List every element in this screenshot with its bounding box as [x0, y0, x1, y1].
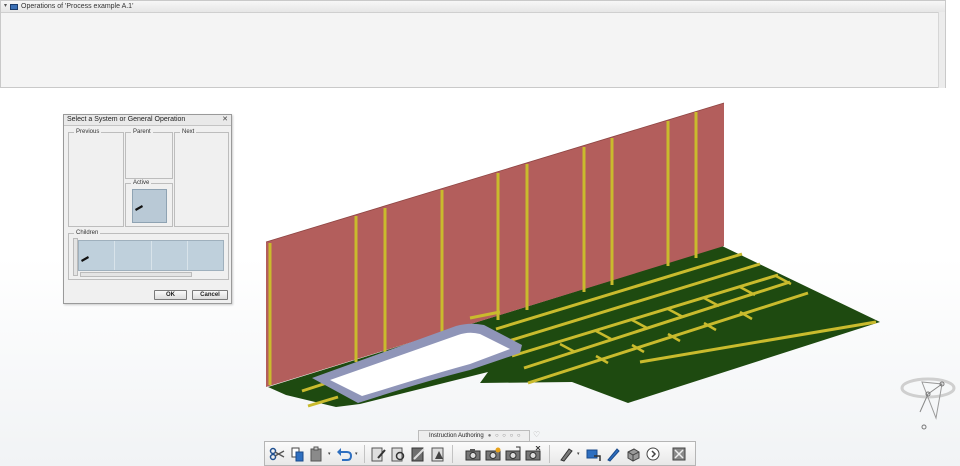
camera-delete-icon[interactable] [525, 446, 541, 462]
undo-icon[interactable] [336, 446, 352, 462]
edit-instruction-icon[interactable] [370, 446, 386, 462]
ok-button[interactable]: OK [154, 290, 187, 300]
dialog-title-bar[interactable]: Select a System or General Operation ✕ [64, 115, 231, 126]
previous-label: Previous [74, 129, 102, 136]
measure-icon[interactable] [559, 446, 575, 462]
active-group: Active [125, 180, 173, 227]
operations-panel: ▾ Operations of 'Process example A.1' [0, 0, 946, 88]
settings-icon[interactable] [671, 446, 687, 462]
annotation-icon[interactable] [430, 446, 446, 462]
chevron-down-icon[interactable]: ▾ [577, 451, 580, 457]
children-horizontal-scrollbar[interactable] [80, 272, 192, 277]
parent-label: Parent [131, 129, 153, 136]
active-label: Active [131, 180, 152, 187]
find-instruction-icon[interactable] [390, 446, 406, 462]
next-label: Next [180, 129, 197, 136]
parent-group: Parent [125, 129, 173, 179]
edit-document-icon[interactable] [410, 446, 426, 462]
paste-icon[interactable] [309, 446, 325, 462]
child-item[interactable] [79, 241, 116, 270]
active-operation-thumbnail[interactable] [132, 189, 167, 223]
play-icon[interactable] [645, 446, 661, 462]
cut-icon[interactable] [269, 446, 285, 462]
compass-icon[interactable] [898, 372, 960, 432]
operation-icon [135, 205, 143, 211]
pencil-icon[interactable] [605, 446, 621, 462]
previous-group: Previous [68, 129, 124, 227]
action-toolbar: ▾ ▾ ▾ [264, 441, 696, 466]
position-icon[interactable] [585, 446, 601, 462]
children-list[interactable] [78, 240, 224, 271]
camera-new-icon[interactable] [485, 446, 501, 462]
camera-update-icon[interactable] [505, 446, 521, 462]
operations-panel-header[interactable]: ▾ Operations of 'Process example A.1' [1, 1, 945, 13]
child-item[interactable] [152, 241, 188, 270]
box-icon[interactable] [625, 446, 641, 462]
favorite-icon[interactable]: ♡ [533, 430, 540, 439]
monitor-icon [10, 3, 19, 10]
collapse-chevron-icon[interactable]: ▾ [4, 1, 7, 12]
operations-panel-title: Operations of 'Process example A.1' [21, 3, 134, 10]
child-item[interactable] [188, 241, 223, 270]
instruction-authoring-label: Instruction Authoring [429, 433, 484, 439]
instruction-authoring-tab[interactable]: Instruction Authoring ● ○ ○ ○ ○ [418, 430, 530, 441]
page-indicator-dots[interactable]: ● ○ ○ ○ ○ [488, 431, 522, 441]
operations-panel-scrollbar[interactable] [938, 12, 945, 88]
child-item[interactable] [115, 241, 152, 270]
chevron-down-icon[interactable]: ▾ [328, 451, 331, 457]
children-label: Children [74, 230, 101, 237]
chevron-down-icon[interactable]: ▾ [355, 451, 358, 457]
dialog-title: Select a System or General Operation [67, 116, 186, 123]
close-icon[interactable]: ✕ [222, 115, 228, 125]
operation-icon [81, 256, 89, 262]
children-vertical-scrollbar[interactable] [73, 238, 78, 276]
select-operation-dialog: Select a System or General Operation ✕ P… [63, 114, 232, 304]
cancel-button[interactable]: Cancel [192, 290, 228, 300]
camera-icon[interactable] [465, 446, 481, 462]
copy-icon[interactable] [289, 446, 305, 462]
next-group: Next [174, 129, 229, 227]
